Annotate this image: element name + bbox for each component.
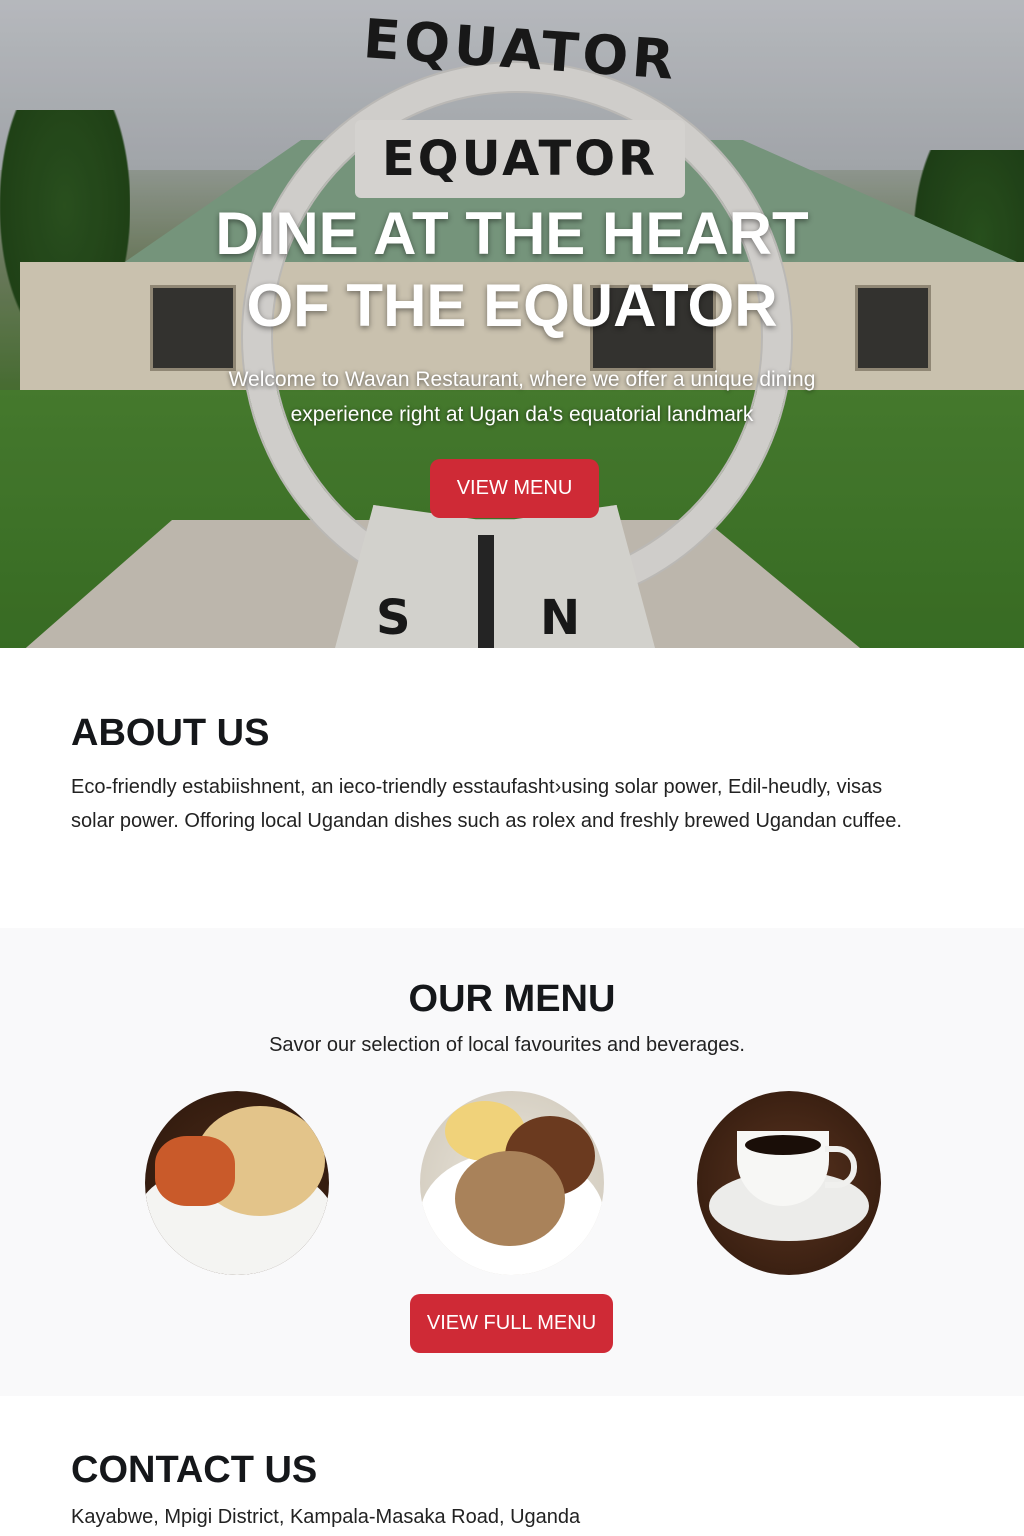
view-full-menu-button[interactable]: VIEW FULL MENU bbox=[410, 1294, 613, 1353]
hero-title-line-2: OF THE EQUATOR bbox=[246, 272, 778, 339]
hero-title-line-1: DINE AT THE HEART bbox=[215, 200, 809, 267]
menu-heading: OUR MENU bbox=[408, 978, 616, 1020]
dish-image-coffee[interactable] bbox=[697, 1091, 881, 1275]
pilau-rice bbox=[455, 1151, 565, 1246]
coffee bbox=[745, 1135, 821, 1155]
dish-image-rolex[interactable] bbox=[145, 1091, 329, 1275]
contact-heading: CONTACT US bbox=[71, 1449, 318, 1491]
view-menu-button[interactable]: VIEW MENU bbox=[430, 459, 599, 518]
hero-subtitle: Welcome to Wavan Restaurant, where we of… bbox=[228, 368, 816, 426]
cup-handle bbox=[825, 1146, 857, 1188]
about-heading: ABOUT US bbox=[71, 712, 270, 754]
about-body: Eco-friendly estabiishnent, an ieco-trie… bbox=[71, 776, 902, 832]
menu-subtitle: Savor our selection of local favourites … bbox=[269, 1034, 745, 1056]
rolex-filling bbox=[155, 1136, 235, 1206]
dish-image-rice-plate[interactable] bbox=[420, 1091, 604, 1275]
hero-section: EQUATOR EQUATOR S N DINE AT THE HEART OF… bbox=[0, 0, 1024, 648]
contact-address: Kayabwe, Mpigi District, Kampala-Masaka … bbox=[71, 1506, 581, 1528]
hero-title: DINE AT THE HEART OF THE EQUATOR bbox=[0, 198, 1024, 342]
